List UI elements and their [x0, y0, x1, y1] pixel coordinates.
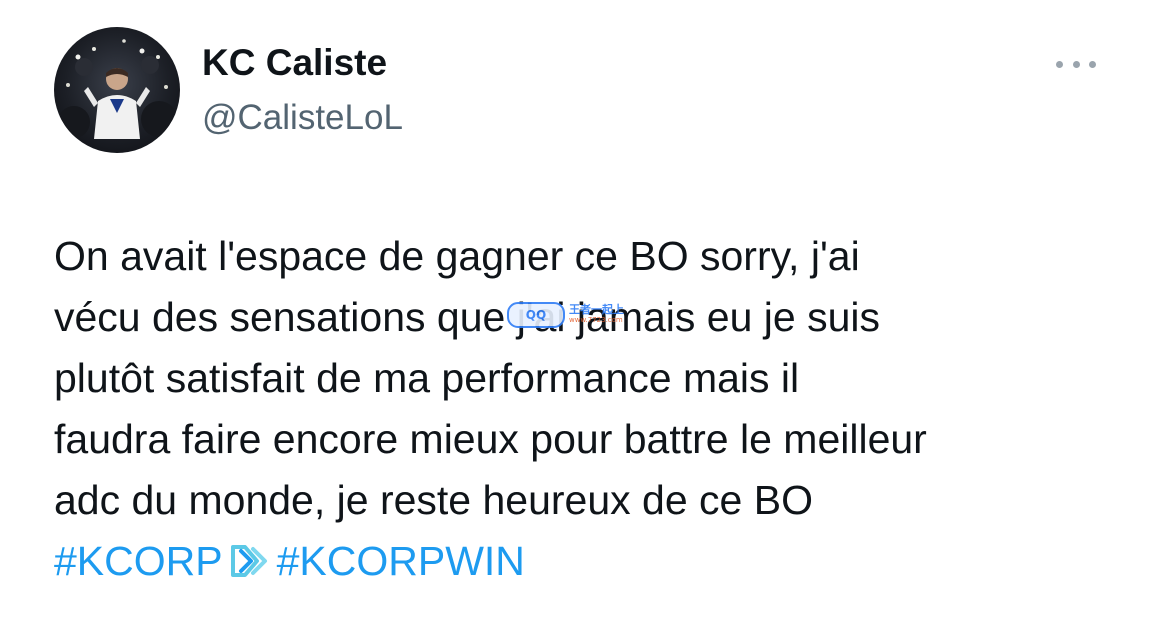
watermark-text: 王者一起上 www.7723.com: [569, 304, 624, 326]
hashtag-line: #KCORP #KCORPWIN: [54, 531, 1134, 592]
tweet-text-line: faudra faire encore mieux pour battre le…: [54, 416, 927, 462]
ellipsis-icon: [1089, 60, 1096, 68]
hashtag-kcorp[interactable]: #KCORP: [54, 538, 223, 584]
tweet-text-line: adc du monde, je reste heureux de ce BO: [54, 477, 813, 523]
hashtag-kcorpwin[interactable]: #KCORPWIN: [277, 538, 525, 584]
more-options-button[interactable]: [1056, 56, 1096, 72]
watermark-logo-icon: QQ: [507, 302, 565, 328]
ellipsis-icon: [1072, 60, 1080, 68]
tweet-text: On avait l'espace de gagner ce BO sorry,…: [54, 226, 1134, 592]
author-display-name[interactable]: KC Caliste: [202, 40, 403, 86]
kcorp-logo-icon: [227, 537, 271, 577]
avatar[interactable]: [54, 27, 180, 153]
author-block: KC Caliste @CalisteLoL: [202, 40, 403, 140]
tweet-text-line: plutôt satisfait de ma performance mais …: [54, 355, 800, 401]
ellipsis-icon: [1056, 60, 1063, 68]
tweet-card: KC Caliste @CalisteLoL On avait l'espace…: [0, 0, 1150, 619]
watermark-sub-text: www.7723.com: [569, 316, 623, 324]
watermark-main-text: 王者一起上: [569, 303, 624, 316]
watermark: QQ 王者一起上 www.7723.com: [507, 300, 637, 330]
avatar-photo-icon: [58, 39, 177, 139]
tweet-text-line: On avait l'espace de gagner ce BO sorry,…: [54, 233, 860, 279]
author-handle[interactable]: @CalisteLoL: [202, 96, 403, 140]
